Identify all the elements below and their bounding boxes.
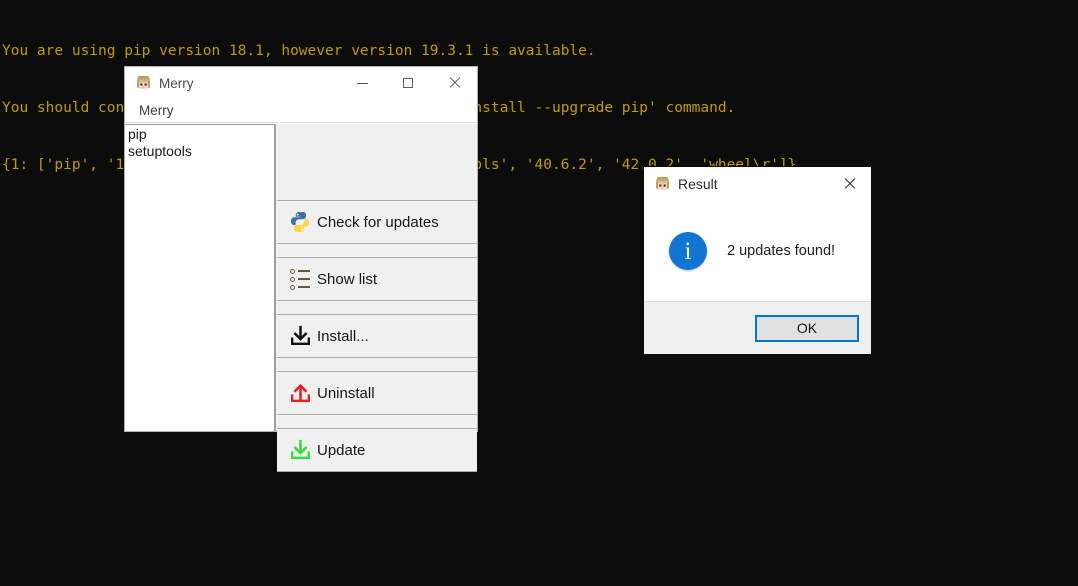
- result-dialog-content: i 2 updates found!: [644, 201, 871, 301]
- download-arrow-green-icon: [286, 436, 314, 464]
- show-list-button[interactable]: Show list: [277, 257, 477, 301]
- result-title-bar[interactable]: Result: [644, 167, 871, 201]
- install-label: Install...: [317, 327, 369, 345]
- result-dialog-footer: OK: [644, 301, 871, 354]
- character-face-icon: [137, 75, 150, 89]
- uninstall-label: Uninstall: [317, 384, 375, 402]
- package-listbox[interactable]: pip setuptools: [125, 124, 275, 431]
- result-message: 2 updates found!: [727, 243, 836, 259]
- merry-main-window: Merry Merry pip setuptools Check for upd…: [124, 66, 478, 472]
- download-arrow-icon: [286, 322, 314, 350]
- ok-button[interactable]: OK: [755, 314, 859, 342]
- window-controls: [339, 67, 477, 99]
- info-glyph: i: [684, 237, 692, 265]
- minimize-button[interactable]: [339, 67, 385, 99]
- update-button[interactable]: Update: [277, 428, 477, 472]
- python-logo-icon: [286, 208, 314, 236]
- minimize-icon: [356, 82, 368, 84]
- upload-arrow-red-icon: [286, 379, 314, 407]
- list-icon: [286, 265, 314, 293]
- uninstall-button[interactable]: Uninstall: [277, 371, 477, 415]
- update-label: Update: [317, 441, 366, 459]
- install-button[interactable]: Install...: [277, 314, 477, 358]
- list-item[interactable]: setuptools: [126, 143, 274, 160]
- info-icon: i: [669, 232, 707, 270]
- merry-menu-bar: Merry: [125, 99, 477, 123]
- show-list-label: Show list: [317, 270, 378, 288]
- list-item[interactable]: pip: [126, 126, 274, 143]
- terminal-line: You are using pip version 18.1, however …: [2, 43, 596, 59]
- close-icon: [448, 77, 460, 89]
- menu-item-merry[interactable]: Merry: [136, 102, 177, 119]
- result-close-button[interactable]: [827, 167, 871, 201]
- check-for-updates-label: Check for updates: [317, 213, 439, 231]
- close-icon: [843, 178, 855, 190]
- character-face-icon: [656, 176, 669, 190]
- merry-window-title: Merry: [159, 75, 194, 91]
- maximize-icon: [403, 78, 413, 88]
- result-dialog-title: Result: [678, 176, 718, 192]
- check-for-updates-button[interactable]: Check for updates: [277, 200, 477, 244]
- result-dialog: Result i 2 updates found! OK: [643, 166, 872, 355]
- maximize-button[interactable]: [385, 67, 431, 99]
- close-button[interactable]: [431, 67, 477, 99]
- merry-title-bar[interactable]: Merry: [125, 67, 477, 99]
